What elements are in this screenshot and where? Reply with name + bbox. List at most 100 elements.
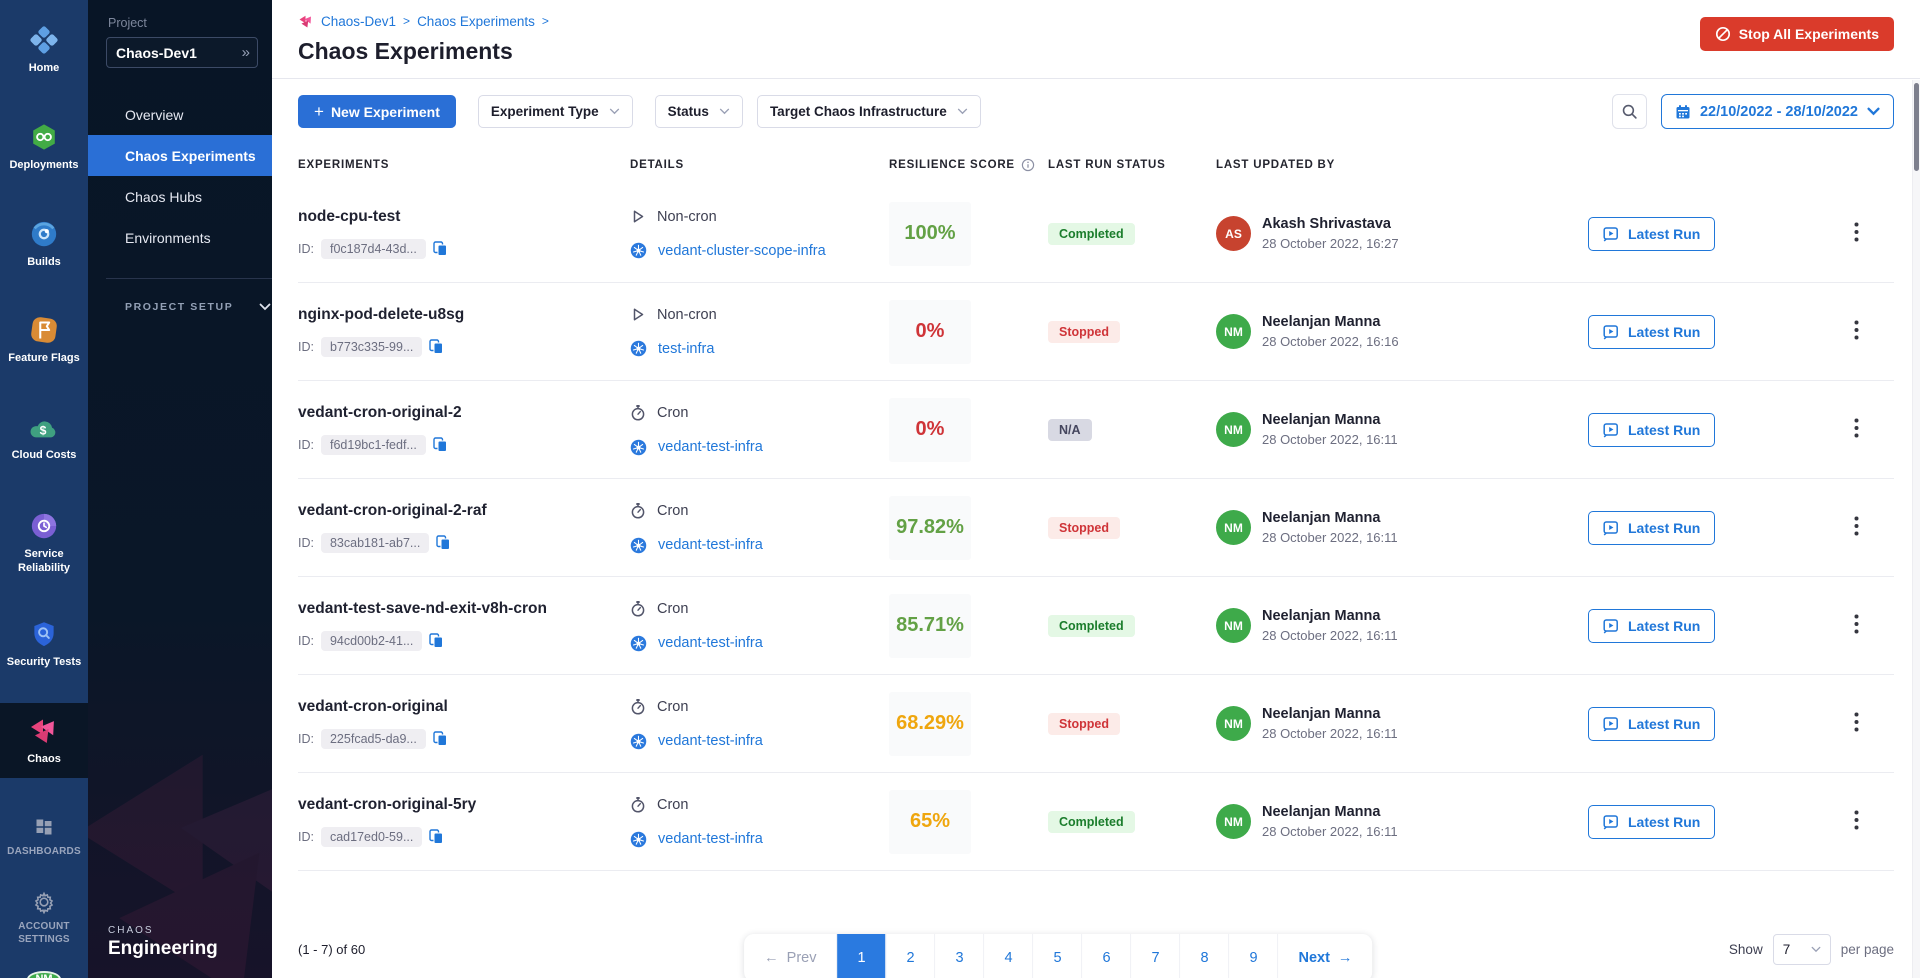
scrollbar[interactable] [1912,80,1920,978]
breadcrumb-link-project[interactable]: Chaos-Dev1 [321,14,396,29]
next-page-button[interactable]: Next → [1278,934,1372,978]
rail-item-security-tests[interactable]: Security Tests [0,608,88,681]
latest-run-button[interactable]: Latest Run [1588,707,1715,741]
security-tests-icon [30,619,58,649]
row-menu-button[interactable] [1846,216,1867,251]
details-cell: Cron vedant-test-infra [630,796,880,848]
experiment-name[interactable]: vedant-test-save-nd-exit-v8h-cron [298,600,630,618]
page-button[interactable]: 1 [837,934,886,978]
row-menu-button[interactable] [1846,314,1867,349]
last-run-status-cell: Completed [1048,615,1216,637]
user-avatar[interactable]: NM [27,971,61,978]
rail-label: DASHBOARDS [7,846,81,859]
prev-page-button[interactable]: ← Prev [744,934,837,978]
rail-item-builds[interactable]: Builds [0,208,88,281]
row-menu-button[interactable] [1846,804,1867,839]
latest-run-button[interactable]: Latest Run [1588,315,1715,349]
copy-id-button[interactable] [433,437,448,453]
row-menu-button[interactable] [1846,706,1867,741]
filter-target-chaos-infrastructure[interactable]: Target Chaos Infrastructure [757,95,981,128]
page-button[interactable]: 4 [984,934,1033,978]
stop-all-experiments-button[interactable]: Stop All Experiments [1700,17,1894,51]
page-button[interactable]: 5 [1033,934,1082,978]
experiment-name[interactable]: nginx-pod-delete-u8sg [298,306,630,324]
page-button[interactable]: 9 [1229,934,1278,978]
status-badge: Stopped [1048,713,1120,735]
sidebar-item-chaos-hubs[interactable]: Chaos Hubs [88,176,272,217]
page-button[interactable]: 8 [1180,934,1229,978]
sidebar-item-environments[interactable]: Environments [88,217,272,258]
infrastructure-link[interactable]: vedant-test-infra [658,537,763,553]
infrastructure-link[interactable]: vedant-test-infra [658,733,763,749]
infrastructure-link[interactable]: vedant-test-infra [658,439,763,455]
pager: ← Prev 123456789 Next → [744,934,1372,978]
copy-id-button[interactable] [429,339,444,355]
play-icon [630,208,646,225]
latest-run-button[interactable]: Latest Run [1588,413,1715,447]
page-button[interactable]: 6 [1082,934,1131,978]
run-view-icon [1603,618,1620,634]
date-range-picker[interactable]: 22/10/2022 - 28/10/2022 [1661,94,1894,129]
per-page-select[interactable]: 7 [1773,934,1831,965]
copy-icon [433,731,448,747]
latest-run-label: Latest Run [1628,814,1700,830]
page-button[interactable]: 2 [886,934,935,978]
module-kicker: CHAOS [108,925,218,936]
row-menu-button[interactable] [1846,510,1867,545]
experiment-name[interactable]: vedant-cron-original-5ry [298,796,630,814]
run-view-icon [1603,422,1620,438]
rail-item-service-reliability[interactable]: Service Reliability [0,500,88,587]
copy-id-button[interactable] [436,535,451,551]
latest-run-button[interactable]: Latest Run [1588,217,1715,251]
infrastructure-link[interactable]: vedant-cluster-scope-infra [658,243,826,259]
experiment-name[interactable]: vedant-cron-original-2-raf [298,502,630,520]
page-button[interactable]: 3 [935,934,984,978]
sidebar-item-chaos-experiments[interactable]: Chaos Experiments [88,135,272,176]
copy-id-button[interactable] [429,633,444,649]
rail-item-feature-flags[interactable]: Feature Flags [0,304,88,377]
copy-id-button[interactable] [429,829,444,845]
new-experiment-button[interactable]: + New Experiment [298,95,456,128]
info-icon[interactable] [1021,158,1035,172]
breadcrumb-link-experiments[interactable]: Chaos Experiments [417,14,535,29]
experiment-name[interactable]: vedant-cron-original [298,698,630,716]
avatar: NM [1216,706,1251,741]
table-row: vedant-test-save-nd-exit-v8h-cron ID: 94… [298,577,1894,675]
latest-run-button[interactable]: Latest Run [1588,609,1715,643]
row-menu-button[interactable] [1846,412,1867,447]
rail-item-account-settings[interactable]: ACCOUNT SETTINGS [0,879,88,957]
rail-item-home[interactable]: Home [0,14,88,87]
rail-item-cloud-costs[interactable]: $ Cloud Costs [0,403,88,474]
project-selector[interactable]: Chaos-Dev1 » [106,37,258,68]
infrastructure-link[interactable]: vedant-test-infra [658,831,763,847]
experiment-type: Non-cron [657,209,717,225]
latest-run-cell: Latest Run [1588,707,1818,741]
filter-status[interactable]: Status [655,95,743,128]
latest-run-button[interactable]: Latest Run [1588,805,1715,839]
infrastructure-link[interactable]: vedant-test-infra [658,635,763,651]
latest-run-label: Latest Run [1628,716,1700,732]
prohibited-icon [1715,26,1731,42]
experiment-name[interactable]: vedant-cron-original-2 [298,404,630,422]
rail-item-dashboards[interactable]: DASHBOARDS [0,804,88,870]
copy-id-button[interactable] [433,731,448,747]
experiment-cell: vedant-cron-original-5ry ID: cad17ed0-59… [298,796,630,847]
latest-run-button[interactable]: Latest Run [1588,511,1715,545]
page-button[interactable]: 7 [1131,934,1180,978]
resilience-score-cell: 0% [880,398,1048,462]
sidebar-item-overview[interactable]: Overview [88,94,272,135]
row-menu-button[interactable] [1846,608,1867,643]
column-experiments: EXPERIMENTS [298,159,630,171]
rail-item-deployments[interactable]: Deployments [0,111,88,184]
status-badge: Stopped [1048,321,1120,343]
project-name: Chaos-Dev1 [116,45,197,61]
scrollbar-thumb[interactable] [1914,83,1919,171]
rail-item-chaos[interactable]: Chaos [0,703,88,778]
project-setup-toggle[interactable]: PROJECT SETUP [125,301,272,313]
filter-experiment-type[interactable]: Experiment Type [478,95,633,128]
table-row: vedant-cron-original-2-raf ID: 83cab181-… [298,479,1894,577]
copy-id-button[interactable] [433,241,448,257]
search-button[interactable] [1612,94,1647,129]
infrastructure-link[interactable]: test-infra [658,341,714,357]
experiment-name[interactable]: node-cpu-test [298,208,630,226]
